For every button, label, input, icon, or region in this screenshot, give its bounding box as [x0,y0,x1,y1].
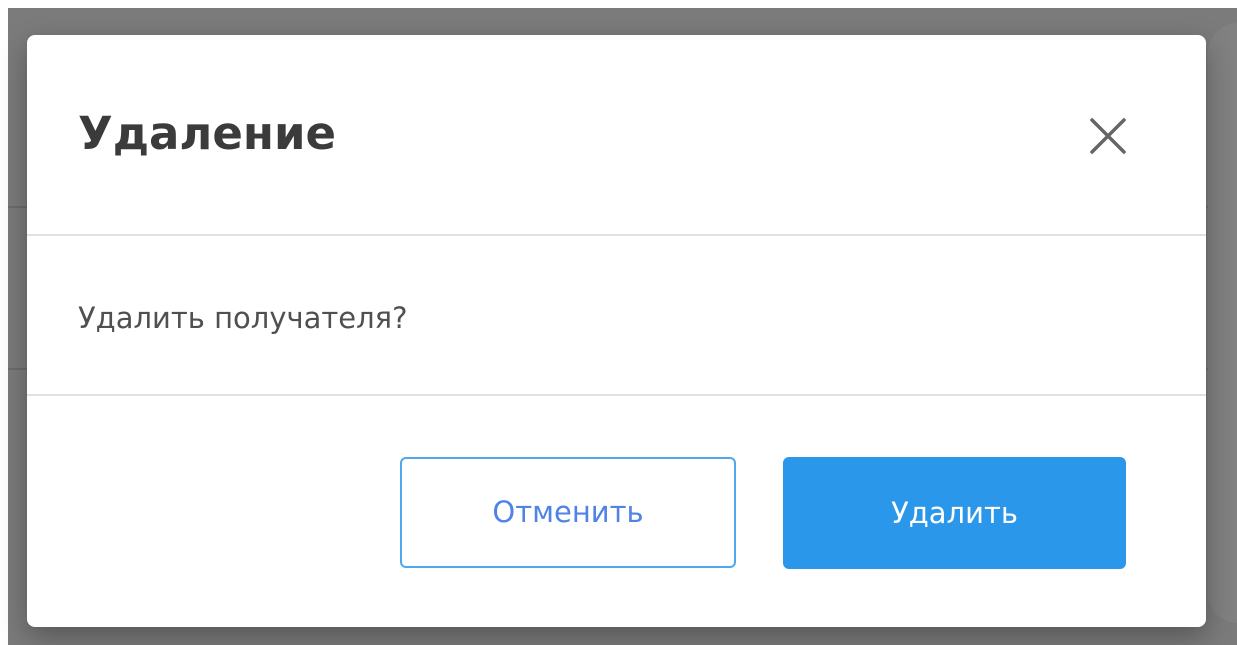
delete-button[interactable]: Удалить [783,457,1126,569]
cancel-button[interactable]: Отменить [400,457,736,568]
dialog-header: Удаление [27,35,1206,236]
close-button[interactable] [1085,113,1131,159]
background-panel [1208,23,1237,623]
dialog-body: Удалить получателя? [27,236,1206,396]
delete-dialog: Удаление Удалить получателя? Отменить Уд… [27,35,1206,627]
dialog-title: Удаление [78,107,337,160]
close-icon [1085,113,1131,159]
dialog-footer: Отменить Удалить [27,396,1206,627]
dialog-message: Удалить получателя? [78,301,408,335]
